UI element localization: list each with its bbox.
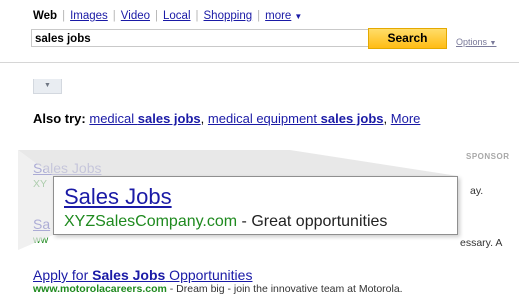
nav-shopping[interactable]: Shopping bbox=[204, 10, 253, 22]
sponsored-result: Sales Jobs bbox=[33, 160, 101, 176]
zoom-callout: Sales Jobs XYZSalesCompany.com - Great o… bbox=[53, 176, 458, 235]
sponsored-result: Sa bbox=[33, 216, 50, 232]
zoom-dash: - bbox=[237, 213, 252, 230]
title-text: Opportunities bbox=[165, 267, 253, 283]
comma: , bbox=[200, 111, 205, 126]
title-text: Apply for bbox=[33, 267, 93, 283]
result-title-link[interactable]: Sales Jobs bbox=[33, 160, 101, 176]
result-title-link[interactable]: Apply for Sales Jobs Opportunities bbox=[33, 267, 252, 283]
nav-images[interactable]: Images bbox=[70, 10, 108, 22]
result-url: ww bbox=[33, 234, 49, 246]
result-snippet: ay. bbox=[470, 185, 484, 197]
comma: , bbox=[383, 111, 388, 126]
result-snippet: - Dream big - join the innovative team a… bbox=[166, 283, 403, 295]
result-url: www.motorolacareers.com bbox=[33, 283, 167, 295]
also-try-link[interactable]: medical sales jobs bbox=[89, 111, 200, 126]
nav-more[interactable]: more bbox=[265, 10, 291, 22]
collapse-toggle[interactable]: ▼ bbox=[33, 79, 62, 94]
result-url: XY bbox=[33, 178, 48, 190]
nav-separator: | bbox=[257, 10, 261, 22]
options-label: Options bbox=[456, 37, 488, 47]
title-bold-text: Sales Jobs bbox=[92, 267, 166, 283]
options-link[interactable]: Options ▼ bbox=[456, 37, 496, 47]
also-try-link[interactable]: medical equipment sales jobs bbox=[208, 111, 384, 126]
zoom-result-line: XYZSalesCompany.com - Great opportunitie… bbox=[64, 213, 387, 231]
zoom-result-title[interactable]: Sales Jobs bbox=[64, 184, 172, 210]
search-vertical-nav: Web | Images | Video | Local | Shopping … bbox=[33, 10, 302, 22]
nav-separator: | bbox=[112, 10, 116, 22]
chevron-down-icon[interactable]: ▼ bbox=[294, 12, 302, 21]
result-title-link[interactable]: Sa bbox=[33, 216, 50, 232]
also-try-more-link[interactable]: More bbox=[391, 111, 421, 126]
nav-separator: | bbox=[195, 10, 199, 22]
nav-local[interactable]: Local bbox=[163, 10, 191, 22]
link-text: medical equipment bbox=[207, 111, 321, 126]
chevron-down-icon: ▼ bbox=[489, 40, 497, 47]
search-button[interactable]: Search bbox=[368, 28, 447, 49]
sponsor-label: SPONSOR bbox=[466, 152, 510, 161]
zoom-result-description: Great opportunities bbox=[251, 213, 388, 230]
link-bold-text: sales jobs bbox=[320, 111, 384, 126]
nav-web[interactable]: Web bbox=[33, 10, 57, 22]
result-snippet: essary. A bbox=[460, 237, 503, 249]
search-input[interactable]: sales jobs bbox=[31, 29, 368, 47]
nav-video[interactable]: Video bbox=[121, 10, 150, 22]
nav-separator: | bbox=[155, 10, 159, 22]
result-url-line: www.motorolacareers.com - Dream big - jo… bbox=[33, 283, 403, 295]
link-text: medical bbox=[89, 111, 138, 126]
also-try-label: Also try: bbox=[33, 111, 86, 126]
zoom-result-url: XYZSalesCompany.com bbox=[64, 213, 238, 230]
also-try-row: Also try: medical sales jobs, medical eq… bbox=[33, 111, 420, 126]
header-divider bbox=[0, 62, 519, 63]
link-bold-text: sales jobs bbox=[137, 111, 201, 126]
collapse-icon: ▼ bbox=[44, 82, 51, 89]
nav-separator: | bbox=[62, 10, 66, 22]
